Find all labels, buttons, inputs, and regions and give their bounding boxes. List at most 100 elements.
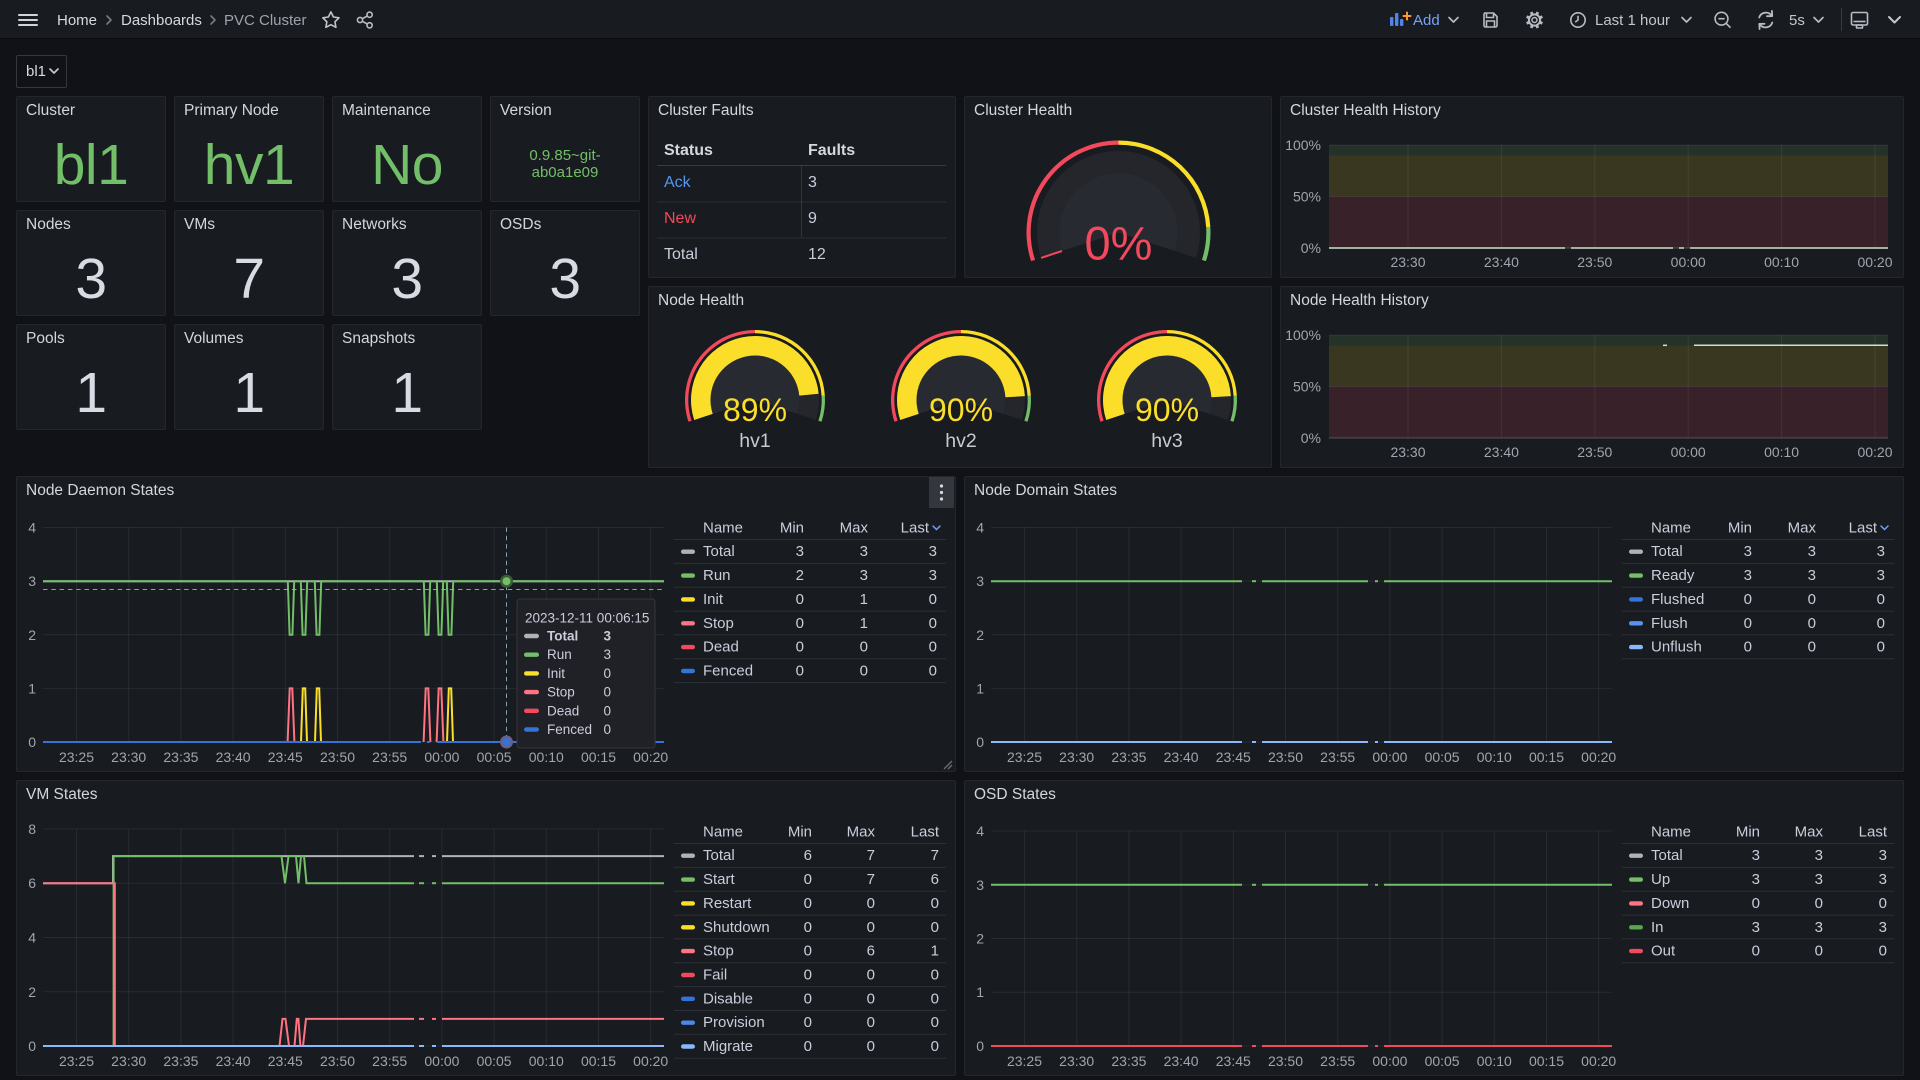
svg-text:0: 0 bbox=[867, 1014, 875, 1031]
svg-text:23:35: 23:35 bbox=[163, 1053, 198, 1069]
svg-text:2: 2 bbox=[28, 984, 36, 1000]
svg-text:3: 3 bbox=[929, 567, 937, 584]
svg-text:6: 6 bbox=[28, 875, 36, 891]
svg-text:0: 0 bbox=[603, 666, 611, 681]
svg-text:23:45: 23:45 bbox=[1216, 749, 1251, 765]
svg-text:0: 0 bbox=[804, 990, 812, 1007]
svg-text:00:20: 00:20 bbox=[1857, 444, 1892, 460]
svg-text:23:25: 23:25 bbox=[1007, 749, 1042, 765]
svg-text:0: 0 bbox=[931, 895, 939, 912]
svg-text:90%: 90% bbox=[1135, 392, 1199, 428]
svg-text:Run: Run bbox=[703, 567, 731, 584]
svg-text:0: 0 bbox=[931, 1014, 939, 1031]
svg-text:0: 0 bbox=[860, 639, 868, 656]
svg-text:0: 0 bbox=[867, 919, 875, 936]
svg-text:0: 0 bbox=[796, 615, 804, 632]
svg-text:Name: Name bbox=[703, 824, 743, 841]
svg-text:2: 2 bbox=[976, 931, 984, 947]
svg-text:1: 1 bbox=[976, 984, 984, 1000]
svg-text:23:40: 23:40 bbox=[1164, 1053, 1199, 1069]
svg-text:2: 2 bbox=[28, 627, 36, 643]
svg-text:0: 0 bbox=[929, 591, 937, 608]
svg-text:0: 0 bbox=[804, 871, 812, 888]
svg-text:23:50: 23:50 bbox=[1268, 1053, 1303, 1069]
svg-text:Dead: Dead bbox=[547, 703, 579, 718]
svg-text:Name: Name bbox=[1651, 520, 1691, 537]
svg-text:1: 1 bbox=[860, 615, 868, 632]
svg-text:0: 0 bbox=[931, 1038, 939, 1055]
svg-text:23:30: 23:30 bbox=[111, 749, 146, 765]
svg-text:Stop: Stop bbox=[703, 615, 734, 632]
svg-text:Min: Min bbox=[788, 824, 812, 841]
svg-text:1: 1 bbox=[931, 943, 939, 960]
svg-text:0: 0 bbox=[796, 639, 804, 656]
svg-text:00:05: 00:05 bbox=[477, 1053, 512, 1069]
svg-text:0: 0 bbox=[929, 615, 937, 632]
svg-text:1: 1 bbox=[976, 680, 984, 696]
svg-text:Max: Max bbox=[1788, 520, 1817, 537]
svg-text:23:40: 23:40 bbox=[1484, 444, 1519, 460]
svg-text:Max: Max bbox=[840, 520, 869, 537]
svg-text:00:20: 00:20 bbox=[1581, 1053, 1616, 1069]
svg-text:Unflush: Unflush bbox=[1651, 639, 1702, 656]
svg-text:23:35: 23:35 bbox=[1111, 749, 1146, 765]
svg-text:Total: Total bbox=[703, 847, 735, 864]
svg-text:0: 0 bbox=[28, 1038, 36, 1054]
svg-text:hv1: hv1 bbox=[739, 430, 770, 452]
svg-text:23:35: 23:35 bbox=[163, 749, 198, 765]
svg-text:Run: Run bbox=[547, 647, 572, 662]
svg-text:23:50: 23:50 bbox=[1268, 749, 1303, 765]
svg-text:23:55: 23:55 bbox=[1320, 749, 1355, 765]
svg-text:00:20: 00:20 bbox=[633, 1053, 668, 1069]
svg-text:100%: 100% bbox=[1285, 327, 1321, 343]
svg-text:0: 0 bbox=[860, 663, 868, 680]
svg-text:0: 0 bbox=[1879, 895, 1887, 912]
svg-text:00:10: 00:10 bbox=[1764, 444, 1799, 460]
svg-text:23:50: 23:50 bbox=[1577, 444, 1612, 460]
svg-text:100%: 100% bbox=[1285, 137, 1321, 153]
svg-text:Last: Last bbox=[1859, 824, 1888, 841]
svg-text:0: 0 bbox=[1744, 615, 1752, 632]
svg-text:0: 0 bbox=[804, 919, 812, 936]
svg-text:0: 0 bbox=[1744, 591, 1752, 608]
svg-text:6: 6 bbox=[804, 847, 812, 864]
svg-text:89%: 89% bbox=[723, 392, 787, 428]
svg-text:Shutdown: Shutdown bbox=[703, 919, 770, 936]
svg-text:00:00: 00:00 bbox=[424, 1053, 459, 1069]
svg-text:23:50: 23:50 bbox=[1577, 254, 1612, 270]
svg-text:00:05: 00:05 bbox=[477, 749, 512, 765]
svg-text:0: 0 bbox=[976, 1038, 984, 1054]
svg-text:3: 3 bbox=[1744, 543, 1752, 560]
svg-text:3: 3 bbox=[1815, 919, 1823, 936]
svg-text:0%: 0% bbox=[1085, 217, 1153, 270]
svg-text:0: 0 bbox=[1808, 591, 1816, 608]
svg-text:0%: 0% bbox=[1301, 240, 1321, 256]
svg-text:0: 0 bbox=[867, 895, 875, 912]
svg-text:00:20: 00:20 bbox=[1581, 749, 1616, 765]
svg-text:Down: Down bbox=[1651, 895, 1689, 912]
svg-text:Last: Last bbox=[1849, 520, 1878, 537]
svg-text:3: 3 bbox=[976, 877, 984, 893]
svg-text:Fenced: Fenced bbox=[547, 722, 592, 737]
svg-text:00:05: 00:05 bbox=[1425, 749, 1460, 765]
svg-text:Min: Min bbox=[1728, 520, 1752, 537]
svg-text:2023-12-11 00:06:15: 2023-12-11 00:06:15 bbox=[525, 611, 649, 626]
svg-text:0: 0 bbox=[1815, 895, 1823, 912]
svg-text:00:10: 00:10 bbox=[529, 1053, 564, 1069]
svg-text:Stop: Stop bbox=[703, 943, 734, 960]
svg-text:3: 3 bbox=[1879, 847, 1887, 864]
svg-text:23:40: 23:40 bbox=[1484, 254, 1519, 270]
svg-text:Name: Name bbox=[1651, 824, 1691, 841]
svg-text:00:20: 00:20 bbox=[1857, 254, 1892, 270]
svg-text:00:10: 00:10 bbox=[1477, 749, 1512, 765]
svg-text:3: 3 bbox=[1877, 567, 1885, 584]
svg-text:0: 0 bbox=[929, 639, 937, 656]
svg-text:3: 3 bbox=[1877, 543, 1885, 560]
svg-text:hv2: hv2 bbox=[945, 430, 976, 452]
svg-text:23:55: 23:55 bbox=[372, 749, 407, 765]
svg-text:23:55: 23:55 bbox=[1320, 1053, 1355, 1069]
svg-text:0: 0 bbox=[931, 990, 939, 1007]
svg-text:0: 0 bbox=[867, 990, 875, 1007]
svg-text:23:30: 23:30 bbox=[111, 1053, 146, 1069]
svg-text:00:00: 00:00 bbox=[1671, 444, 1706, 460]
